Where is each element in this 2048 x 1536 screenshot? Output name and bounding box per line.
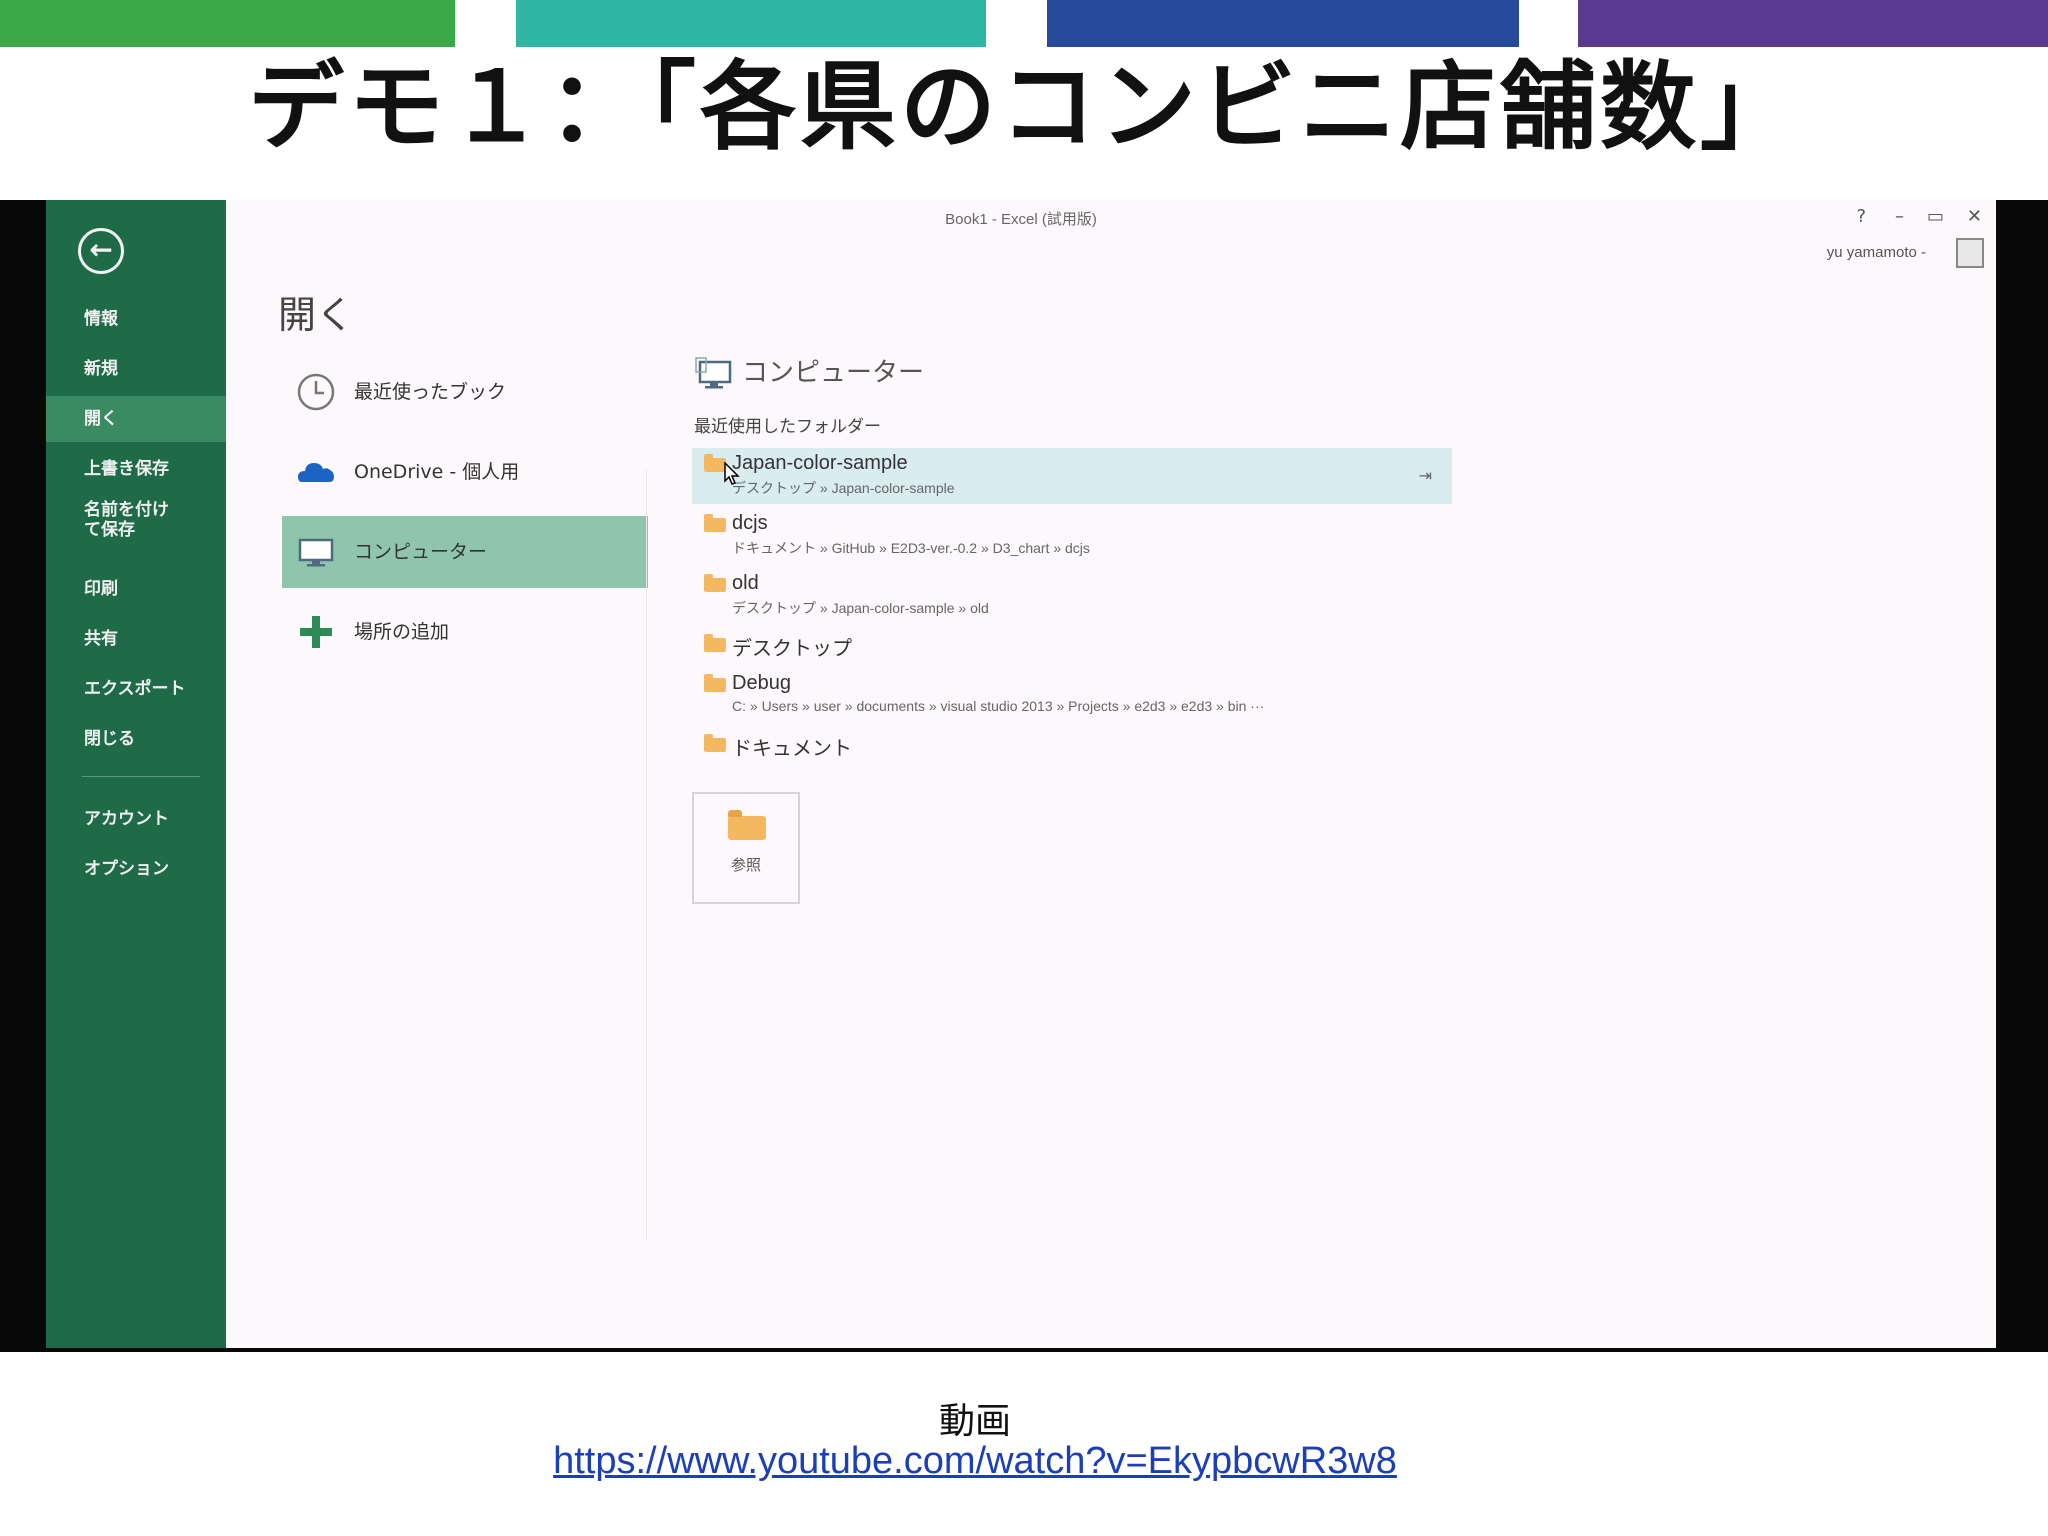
window-title: Book1 - Excel (試用版) (945, 211, 1097, 228)
page-title: 開く (278, 293, 355, 337)
folder-name: ドキュメント (732, 738, 852, 760)
folder-icon (704, 514, 726, 532)
folder-path: デスクトップ » Japan-color-sample » old (732, 600, 989, 616)
folder-name: Japan-color-sample (732, 452, 908, 474)
folder-name: dcjs (732, 512, 768, 534)
sidebar-item-share[interactable]: 共有 (46, 616, 226, 662)
pane-divider (646, 470, 647, 1240)
section-title: コンピューター (742, 358, 925, 388)
cloud-icon (298, 463, 334, 482)
clock-icon (297, 373, 335, 411)
folder-name: Debug (732, 672, 791, 694)
help-icon[interactable]: ? (1856, 206, 1866, 227)
sidebar-item-print[interactable]: 印刷 (46, 566, 226, 612)
header-bar-teal (516, 0, 986, 47)
video-label: 動画 (938, 1401, 1011, 1442)
recent-folder-item[interactable]: dcjs ドキュメント » GitHub » E2D3-ver.-0.2 » D… (692, 508, 1452, 564)
folder-path: デスクトップ » Japan-color-sample (732, 480, 955, 496)
folder-icon (704, 574, 726, 592)
place-label: OneDrive - 個人用 (354, 461, 520, 483)
slide-title: デモ１：「各県のコンビニ店舗数」 (248, 51, 1800, 163)
folder-icon (704, 634, 726, 652)
restore-icon[interactable]: ▭ (1927, 206, 1944, 227)
folder-name: デスクトップ (732, 638, 852, 660)
place-recent-workbooks[interactable]: 最近使ったブック (282, 356, 648, 428)
recent-folder-item[interactable]: ドキュメント (692, 728, 1452, 764)
folder-path: ドキュメント » GitHub » E2D3-ver.-0.2 » D3_cha… (732, 540, 1090, 556)
plus-icon (300, 616, 332, 648)
recent-folder-item[interactable]: デスクトップ (692, 628, 1452, 664)
sidebar-item-export[interactable]: エクスポート (46, 666, 226, 712)
folder-path: C: » Users » user » documents » visual s… (732, 698, 1265, 714)
recent-folder-item[interactable]: Japan-color-sample デスクトップ » Japan-color-… (692, 448, 1452, 504)
sidebar-item-new[interactable]: 新規 (46, 346, 226, 392)
sidebar-item-open[interactable]: 開く (46, 396, 226, 442)
folder-name: old (732, 572, 759, 594)
back-arrow-icon[interactable]: ← (78, 228, 124, 274)
minimize-icon[interactable]: – (1895, 206, 1904, 227)
computer-icon (695, 357, 732, 389)
header-bar-purple (1578, 0, 2048, 47)
place-label: 場所の追加 (354, 621, 450, 643)
avatar[interactable] (1956, 238, 1984, 268)
computer-icon (298, 538, 334, 567)
excel-backstage-window: ← 情報 新規 開く 上書き保存 名前を付けて保存 印刷 共有 エクスポート 閉… (46, 200, 1996, 1348)
sidebar-item-save[interactable]: 上書き保存 (46, 446, 226, 492)
video-frame: ← 情報 新規 開く 上書き保存 名前を付けて保存 印刷 共有 エクスポート 閉… (0, 200, 2048, 1352)
recent-folders-label: 最近使用したフォルダー (694, 417, 881, 437)
sidebar-item-close[interactable]: 閉じる (46, 716, 226, 762)
recent-folder-item[interactable]: old デスクトップ » Japan-color-sample » old (692, 568, 1452, 624)
sidebar-divider (82, 776, 200, 777)
place-label: コンピューター (354, 541, 488, 563)
sidebar-item-account[interactable]: アカウント (46, 796, 226, 842)
open-folder-icon (728, 810, 766, 840)
recent-folder-item[interactable]: Debug C: » Users » user » documents » vi… (692, 668, 1452, 724)
header-bar-blue (1047, 0, 1519, 47)
place-add-location[interactable]: 場所の追加 (282, 596, 648, 668)
mouse-cursor-icon (724, 462, 740, 485)
pin-icon[interactable]: ⇥ (1419, 466, 1432, 485)
place-label: 最近使ったブック (354, 381, 507, 403)
backstage-sidebar: ← 情報 新規 開く 上書き保存 名前を付けて保存 印刷 共有 エクスポート 閉… (46, 200, 226, 1348)
sidebar-item-save-as[interactable]: 名前を付けて保存 (46, 496, 176, 546)
place-onedrive[interactable]: OneDrive - 個人用 (282, 436, 648, 508)
account-name[interactable]: yu yamamoto - (1827, 244, 1926, 261)
video-link[interactable]: https://www.youtube.com/watch?v=EkypbcwR… (0, 1440, 1950, 1483)
folder-icon (704, 734, 726, 752)
browse-button[interactable]: 参照 (692, 792, 800, 904)
folder-icon (704, 674, 726, 692)
header-bar-green (0, 0, 455, 47)
sidebar-item-options[interactable]: オプション (46, 846, 226, 892)
folder-icon (704, 454, 726, 472)
place-computer[interactable]: コンピューター (282, 516, 648, 588)
close-icon[interactable]: ✕ (1967, 206, 1982, 227)
sidebar-item-info[interactable]: 情報 (46, 296, 226, 342)
browse-label: 参照 (730, 856, 761, 874)
